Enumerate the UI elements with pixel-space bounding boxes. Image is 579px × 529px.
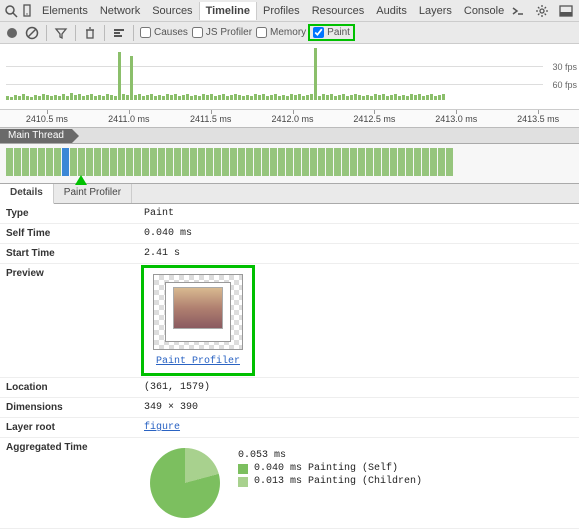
- record-icon[interactable]: [4, 25, 20, 41]
- tab-details[interactable]: Details: [0, 184, 54, 204]
- tab-layers[interactable]: Layers: [413, 2, 458, 20]
- layerroot-label: Layer root: [0, 418, 138, 437]
- swatch-self-icon: [238, 464, 248, 474]
- checkbox-causes[interactable]: Causes: [140, 27, 188, 38]
- layerroot-link[interactable]: figure: [144, 422, 180, 433]
- checkbox-jsprofiler[interactable]: JS Profiler: [192, 27, 252, 38]
- swatch-children-icon: [238, 477, 248, 487]
- details-panel: TypePaint Self Time0.040 ms Start Time2.…: [0, 204, 579, 529]
- magnify-icon[interactable]: [4, 3, 18, 19]
- starttime-label: Start Time: [0, 244, 138, 263]
- tab-profiles[interactable]: Profiles: [257, 2, 306, 20]
- timeline-toolbar: Causes JS Profiler Memory Paint: [0, 22, 579, 44]
- tab-paint-profiler[interactable]: Paint Profiler: [54, 184, 132, 203]
- preview-highlight: Paint Profiler: [144, 268, 252, 373]
- aggtime-label: Aggregated Time: [0, 438, 138, 528]
- tab-console[interactable]: Console: [458, 2, 510, 20]
- fps-60-label: 60 fps: [552, 80, 577, 90]
- agg-total: 0.053 ms: [238, 450, 286, 461]
- agg-children: 0.013 ms Painting (Children): [254, 476, 422, 487]
- details-tabs: Details Paint Profiler: [0, 184, 579, 204]
- device-icon[interactable]: [20, 3, 34, 19]
- checkbox-memory[interactable]: Memory: [256, 27, 306, 38]
- tab-audits[interactable]: Audits: [370, 2, 413, 20]
- top-right-controls: [510, 3, 576, 19]
- tab-sources[interactable]: Sources: [146, 2, 198, 20]
- fps-30-label: 30 fps: [552, 62, 577, 72]
- agg-self: 0.040 ms Painting (Self): [254, 463, 398, 474]
- selftime-value: 0.040 ms: [138, 224, 579, 243]
- panel-tabs: Elements Network Sources Timeline Profil…: [36, 2, 510, 20]
- dimensions-label: Dimensions: [0, 398, 138, 417]
- devtools-top-bar: Elements Network Sources Timeline Profil…: [0, 0, 579, 22]
- fps-overview[interactable]: 30 fps 60 fps: [0, 44, 579, 110]
- flamechart-icon[interactable]: [111, 25, 127, 41]
- dock-icon[interactable]: [558, 3, 574, 19]
- gear-icon[interactable]: [534, 3, 550, 19]
- starttime-value: 2.41 s: [138, 244, 579, 263]
- breadcrumb-main-thread[interactable]: Main Thread: [0, 129, 72, 143]
- aggtime-legend: 0.053 ms 0.040 ms Painting (Self) 0.013 …: [238, 448, 422, 489]
- console-drawer-icon[interactable]: [510, 3, 526, 19]
- filter-icon[interactable]: [53, 25, 69, 41]
- dimensions-value: 349 × 390: [138, 398, 579, 417]
- location-label: Location: [0, 378, 138, 397]
- tab-timeline[interactable]: Timeline: [199, 2, 257, 20]
- flame-chart[interactable]: [0, 144, 579, 184]
- preview-label: Preview: [0, 264, 138, 377]
- selection-arrow-icon: [75, 175, 87, 185]
- time-ruler: 2410.5 ms 2411.0 ms 2411.5 ms 2412.0 ms …: [0, 110, 579, 128]
- fps-bars: [6, 48, 543, 100]
- checkbox-paint[interactable]: Paint: [310, 26, 353, 39]
- gc-icon[interactable]: [82, 25, 98, 41]
- type-value: Paint: [138, 204, 579, 223]
- preview-thumbnail: [153, 274, 243, 350]
- tab-network[interactable]: Network: [94, 2, 146, 20]
- tab-resources[interactable]: Resources: [306, 2, 371, 20]
- selftime-label: Self Time: [0, 224, 138, 243]
- paint-profiler-link[interactable]: Paint Profiler: [156, 356, 240, 367]
- clear-icon[interactable]: [24, 25, 40, 41]
- aggtime-pie: [150, 448, 220, 518]
- tab-elements[interactable]: Elements: [36, 2, 94, 20]
- thread-breadcrumb: Main Thread: [0, 128, 579, 144]
- type-label: Type: [0, 204, 138, 223]
- location-value: (361, 1579): [138, 378, 579, 397]
